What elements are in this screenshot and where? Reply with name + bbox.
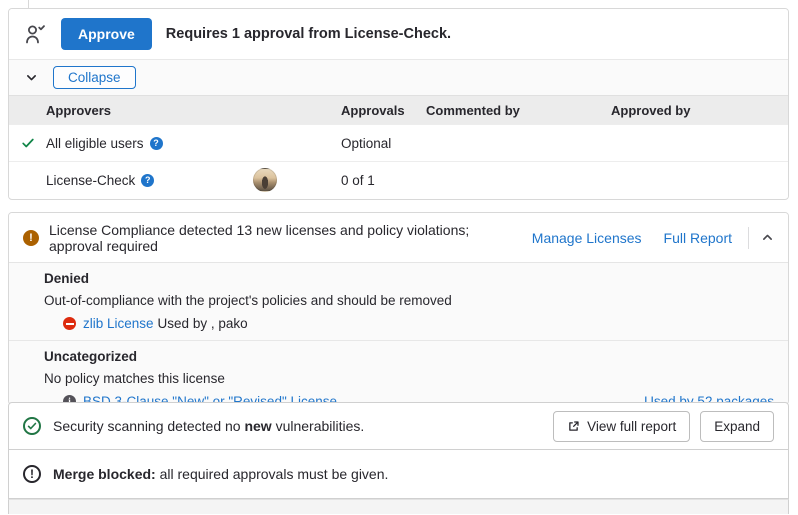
full-report-link[interactable]: Full Report [664,230,732,246]
avatar[interactable] [253,168,277,192]
success-check-icon [23,417,41,435]
manage-licenses-link[interactable]: Manage Licenses [532,230,642,246]
uncategorized-section-title: Uncategorized [44,347,774,366]
table-row: License-Check ? 0 of 1 [9,161,788,198]
license-compliance-widget: ! License Compliance detected 13 new lic… [8,212,789,405]
collapse-row: Collapse [9,59,788,95]
approve-row: Approve Requires 1 approval from License… [9,9,788,59]
table-row: All eligible users ? Optional [9,124,788,161]
approvals-value: Optional [341,136,426,151]
approvers-table-header: Approvers Approvals Commented by Approve… [9,95,788,124]
expand-button[interactable]: Expand [700,411,774,442]
divider [748,227,749,249]
denied-section-title: Denied [44,269,774,288]
merge-blocked-message: Merge blocked: all required approvals mu… [53,466,388,482]
license-compliance-report: Denied Out-of-compliance with the projec… [9,262,788,405]
collapsed-section-strip [8,499,789,514]
merge-blocked-row: ! Merge blocked: all required approvals … [8,450,789,499]
header-approved-by: Approved by [611,103,788,118]
security-report-row: Security scanning detected no new vulner… [8,402,789,450]
view-full-report-button[interactable]: View full report [553,411,690,442]
approve-button[interactable]: Approve [61,18,152,50]
header-approvals: Approvals [341,103,426,118]
header-commented-by: Commented by [426,103,611,118]
uncategorized-section-description: No policy matches this license [44,369,774,388]
chevron-down-icon[interactable] [25,71,38,84]
security-message: Security scanning detected no new vulner… [53,418,364,434]
license-link[interactable]: zlib License [83,313,154,334]
external-link-icon [567,420,580,433]
used-by-text: Used by , pako [158,313,248,334]
user-check-icon [23,22,47,46]
help-icon[interactable]: ? [141,174,154,187]
license-compliance-summary: License Compliance detected 13 new licen… [49,222,500,254]
denied-icon [63,317,76,330]
approver-name: License-Check [46,173,135,188]
warning-icon: ! [23,230,39,246]
approval-requirement-text: Requires 1 approval from License-Check. [166,26,451,42]
denied-section-description: Out-of-compliance with the project's pol… [44,291,774,310]
timeline-stub [28,0,29,8]
divider [9,340,788,341]
approvals-widget: Approve Requires 1 approval from License… [8,8,789,200]
header-approvers: Approvers [46,103,341,118]
help-icon[interactable]: ? [150,137,163,150]
list-item: zlib License Used by , pako [44,313,774,334]
license-compliance-header: ! License Compliance detected 13 new lic… [9,213,788,262]
approved-check-icon [9,136,46,150]
approvals-value: 0 of 1 [341,173,426,188]
merge-status-widget: Security scanning detected no new vulner… [8,402,789,515]
approver-name: All eligible users [46,136,144,151]
alert-icon: ! [23,465,41,483]
chevron-up-icon[interactable] [761,231,774,244]
collapse-button[interactable]: Collapse [53,66,136,89]
